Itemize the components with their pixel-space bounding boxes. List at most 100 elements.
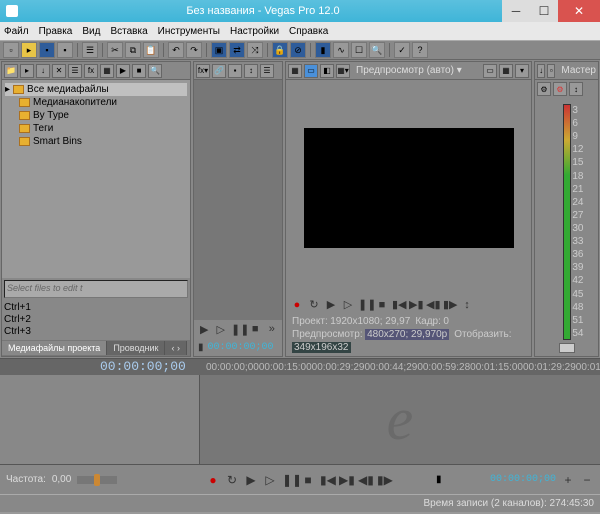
prev-split-icon[interactable]: ◧ — [320, 64, 334, 78]
media-fx-icon[interactable]: fx — [84, 64, 98, 78]
master-downmix-icon[interactable]: ↓ — [537, 64, 545, 78]
menu-file[interactable]: Файл — [4, 26, 29, 37]
master-fader[interactable] — [559, 343, 575, 353]
properties-icon[interactable]: ☰ — [82, 42, 98, 58]
prev-snap-icon[interactable]: ▾ — [515, 64, 529, 78]
master-fx-icon[interactable]: ⚙ — [537, 82, 551, 96]
select-tool-icon[interactable]: ☐ — [351, 42, 367, 58]
prev-record-icon[interactable]: ● — [290, 299, 304, 311]
trim-timecode[interactable]: 00:00:00;00 — [208, 342, 274, 353]
master-dim-icon[interactable]: ▫ — [547, 64, 555, 78]
prev-fx-icon[interactable]: ▦ — [288, 64, 302, 78]
cut-icon[interactable]: ✂ — [107, 42, 123, 58]
menu-help[interactable]: Справка — [289, 26, 328, 37]
trim-playall-icon[interactable]: ▷ — [215, 323, 228, 336]
prev-prevframe-icon[interactable]: ◀▮ — [426, 298, 440, 311]
scrub-control[interactable] — [77, 476, 117, 484]
media-views-icon[interactable]: ▦ — [100, 64, 114, 78]
trim-marker-icon[interactable]: ▮ — [198, 342, 204, 353]
tree-item-drives[interactable]: Медианакопители — [5, 96, 187, 109]
new-icon[interactable]: ▫ — [3, 42, 19, 58]
prev-loop-icon[interactable]: ↻ — [307, 298, 321, 311]
menu-edit[interactable]: Правка — [39, 26, 73, 37]
prev-play-icon[interactable]: ▷ — [341, 298, 355, 311]
prev-overlay-icon[interactable]: ▭ — [483, 64, 497, 78]
trim-sort-icon[interactable]: ↕ — [244, 64, 258, 78]
normal-tool-icon[interactable]: ▮ — [315, 42, 331, 58]
prev-nextframe-icon[interactable]: ▮▶ — [443, 298, 457, 311]
prev-safe-icon[interactable]: ▦ — [499, 64, 513, 78]
copy-icon[interactable]: ⧉ — [125, 42, 141, 58]
snap-icon[interactable]: ▣ — [211, 42, 227, 58]
close-button[interactable]: ✕ — [558, 0, 600, 22]
tl-timecode-end[interactable]: 00:00:00;00 — [490, 474, 556, 485]
media-autoprev-icon[interactable]: 🔍 — [148, 64, 162, 78]
master-mute-icon[interactable]: ↕ — [569, 82, 583, 96]
prev-qual-icon[interactable]: ▦▾ — [336, 64, 350, 78]
prev-stop-icon[interactable]: ■ — [375, 299, 389, 311]
media-get-icon[interactable]: ↓ — [36, 64, 50, 78]
tree-item-bytype[interactable]: By Type — [5, 109, 187, 122]
envelope-tool-icon[interactable]: ∿ — [333, 42, 349, 58]
save-icon[interactable]: ▪ — [39, 42, 55, 58]
tab-project-media[interactable]: Медиафайлы проекта — [2, 341, 107, 355]
tl-marker-icon[interactable]: ▮ — [436, 474, 442, 485]
media-stop-icon[interactable]: ■ — [132, 64, 146, 78]
maximize-button[interactable]: ☐ — [530, 0, 558, 22]
trim-fx-icon[interactable]: fx▾ — [196, 64, 210, 78]
trim-pause-icon[interactable]: ❚❚ — [231, 323, 245, 336]
marker-icon[interactable]: ✓ — [394, 42, 410, 58]
media-capture-icon[interactable]: ▸ — [20, 64, 34, 78]
tl-playstart-icon[interactable]: ▶ — [244, 473, 258, 487]
autocross-icon[interactable]: ⤨ — [247, 42, 263, 58]
timeline-canvas[interactable]: e — [200, 375, 600, 464]
trim-more-icon[interactable]: ☰ — [260, 64, 274, 78]
tl-nextframe-icon[interactable]: ▮▶ — [377, 473, 391, 487]
master-auto-icon[interactable]: ⚙ — [553, 82, 567, 96]
track-headers[interactable] — [0, 375, 200, 464]
open-icon[interactable]: ▸ — [21, 42, 37, 58]
prev-cursor-icon[interactable]: ↕ — [460, 299, 474, 311]
tab-more[interactable]: ‹ › — [165, 341, 187, 355]
tree-item-all[interactable]: ▸Все медиафайлы — [5, 83, 187, 96]
prev-goend-icon[interactable]: ▶▮ — [409, 298, 423, 311]
menu-tools[interactable]: Инструменты — [158, 26, 220, 37]
tl-prevframe-icon[interactable]: ◀▮ — [358, 473, 372, 487]
trim-play-icon[interactable]: ▶ — [198, 323, 211, 336]
autoripple-icon[interactable]: ⇄ — [229, 42, 245, 58]
tl-loop-icon[interactable]: ↻ — [225, 473, 239, 487]
prev-pause-icon[interactable]: ❚❚ — [358, 298, 372, 311]
tl-play-icon[interactable]: ▷ — [263, 473, 277, 487]
minimize-button[interactable]: ─ — [502, 0, 530, 22]
media-play-icon[interactable]: ▶ — [116, 64, 130, 78]
redo-icon[interactable]: ↷ — [186, 42, 202, 58]
media-search-input[interactable]: Select files to edit t — [4, 280, 188, 298]
tl-gostart-icon[interactable]: ▮◀ — [320, 473, 334, 487]
tl-zoom-in-icon[interactable]: + — [561, 473, 575, 487]
trim-more-icon2[interactable]: » — [266, 323, 279, 335]
help-icon[interactable]: ? — [412, 42, 428, 58]
trim-link-icon[interactable]: 🔗 — [212, 64, 226, 78]
tl-stop-icon[interactable]: ■ — [301, 473, 315, 487]
tab-explorer[interactable]: Проводник — [107, 341, 165, 355]
prev-gostart-icon[interactable]: ▮◀ — [392, 298, 406, 311]
media-import-icon[interactable]: 📁 — [4, 64, 18, 78]
media-props-icon[interactable]: ☰ — [68, 64, 82, 78]
trim-save-icon[interactable]: ▪ — [228, 64, 242, 78]
timeline-ruler[interactable]: 00:00:00;00 00:00:00;0000:00:15:0000:00:… — [0, 359, 600, 375]
undo-icon[interactable]: ↶ — [168, 42, 184, 58]
tl-zoom-out-icon[interactable]: − — [580, 473, 594, 487]
prev-ext-icon[interactable]: ▭ — [304, 64, 318, 78]
tree-item-tags[interactable]: Теги — [5, 122, 187, 135]
render-icon[interactable]: ▪ — [57, 42, 73, 58]
menu-options[interactable]: Настройки — [230, 26, 279, 37]
tl-pause-icon[interactable]: ❚❚ — [282, 473, 296, 487]
media-remove-icon[interactable]: ✕ — [52, 64, 66, 78]
tree-item-smartbins[interactable]: Smart Bins — [5, 135, 187, 148]
preview-quality-menu[interactable]: Предпросмотр (авто) ▾ — [356, 65, 462, 76]
paste-icon[interactable]: 📋 — [143, 42, 159, 58]
prev-playstart-icon[interactable]: ▶ — [324, 298, 338, 311]
tl-record-icon[interactable]: ● — [206, 473, 220, 487]
timeline-timecode[interactable]: 00:00:00;00 — [100, 359, 186, 374]
menu-insert[interactable]: Вставка — [110, 26, 147, 37]
